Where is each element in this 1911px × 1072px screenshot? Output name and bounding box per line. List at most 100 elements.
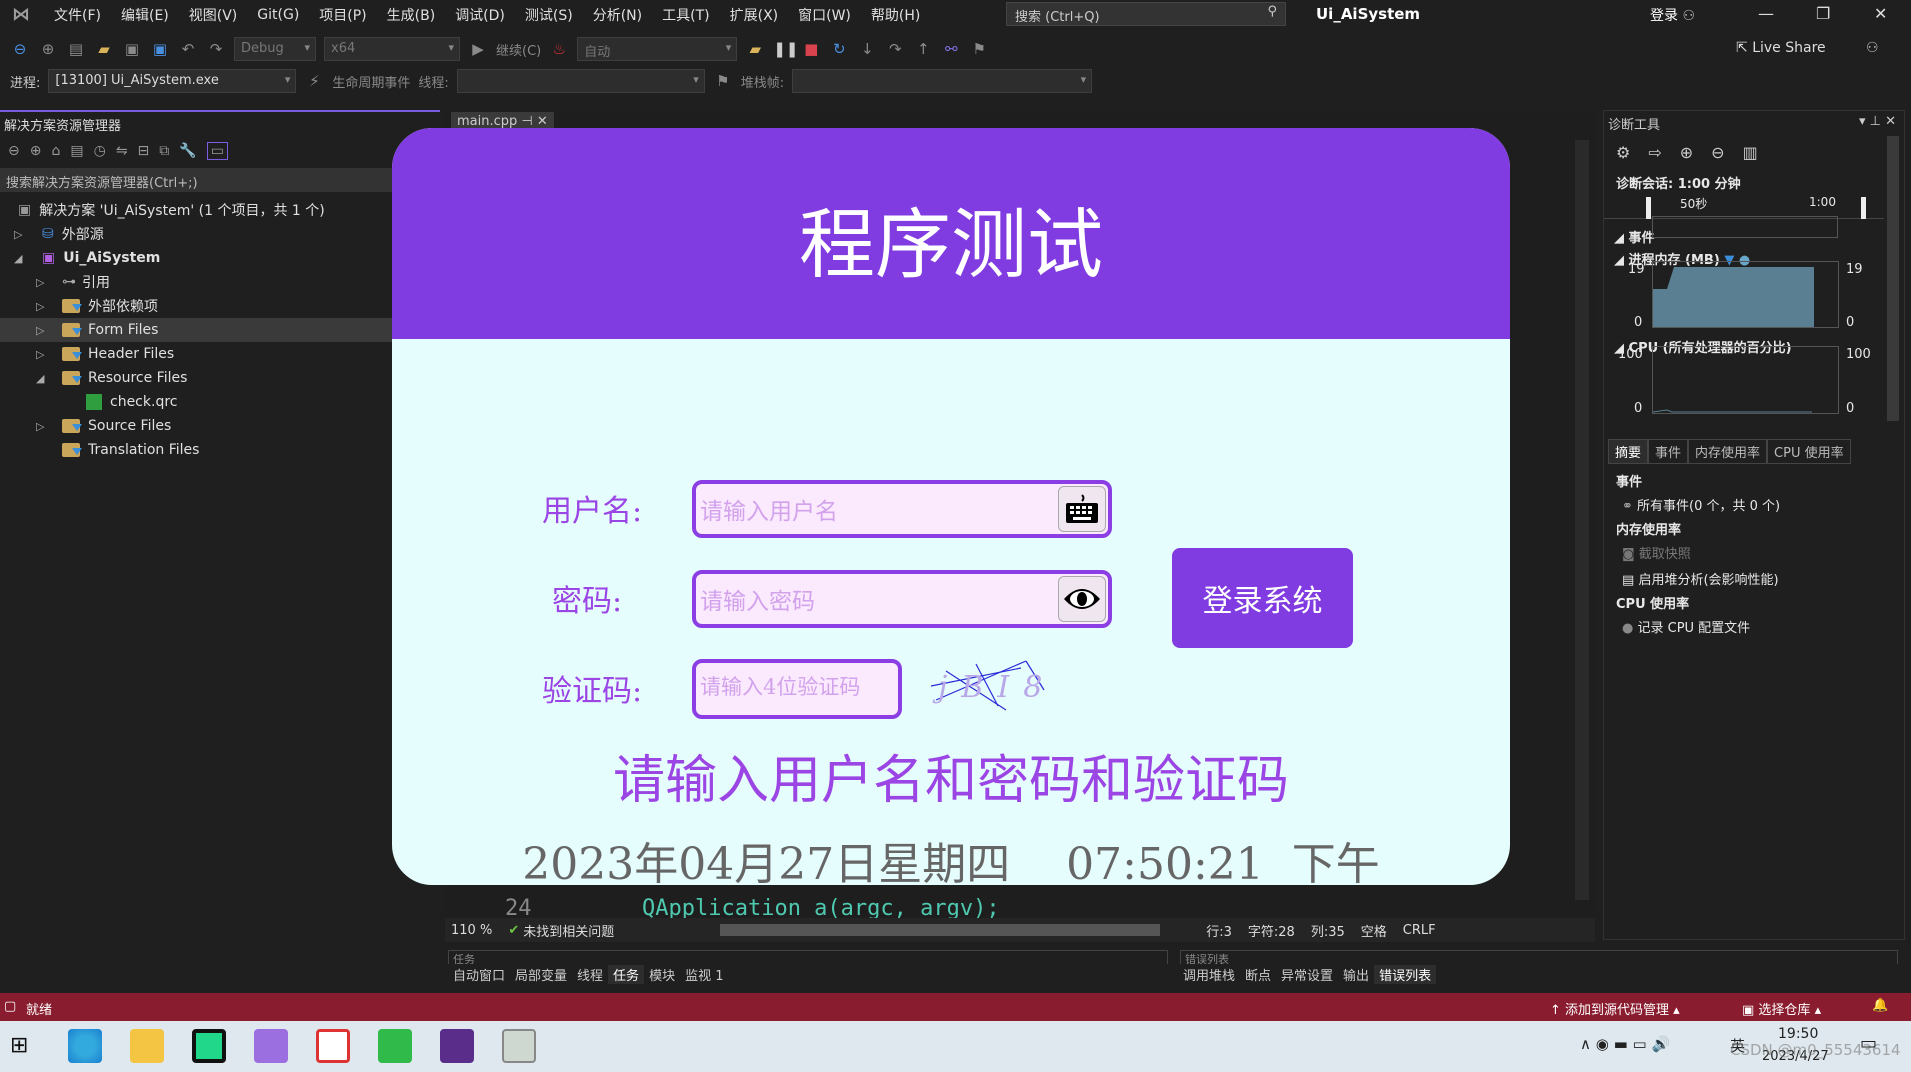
restart-icon[interactable]: ↻ (829, 40, 849, 58)
expand-icon[interactable]: ▷ (36, 348, 50, 361)
thread-dropdown[interactable] (456, 69, 705, 93)
configuration-dropdown[interactable]: Debug (234, 37, 316, 61)
save-all-icon[interactable]: ▣ (150, 40, 170, 58)
live-share-button[interactable]: ⇱ Live Share (1736, 40, 1826, 56)
horizontal-scrollbar[interactable] (720, 924, 1161, 936)
export-icon[interactable]: ⇨ (1648, 143, 1661, 162)
undo-icon[interactable]: ↶ (178, 40, 198, 58)
login-button[interactable]: 登录系统 (1172, 548, 1353, 648)
keyboard-icon[interactable] (1058, 486, 1106, 532)
expand-icon[interactable]: ▷ (36, 300, 50, 313)
all-events-link[interactable]: ⚭ 所有事件(0 个，共 0 个) (1622, 495, 1780, 514)
expand-icon[interactable]: ▷ (14, 228, 28, 241)
tab-modules[interactable]: 模块 (644, 965, 680, 984)
tree-source-files[interactable]: ▷ Source Files (0, 414, 440, 438)
events-section[interactable]: ◢ 事件 (1614, 227, 1655, 246)
tab-exception-settings[interactable]: 异常设置 (1276, 965, 1338, 984)
continue-button[interactable]: 继续(C) (496, 40, 541, 59)
collapse-icon[interactable]: ◢ (14, 252, 28, 265)
tree-references[interactable]: ▷ ⊶ 引用 (0, 270, 440, 294)
editor-scrollbar[interactable] (1575, 140, 1589, 900)
close-button[interactable]: ✕ (1874, 4, 1887, 23)
dataspell-icon[interactable] (378, 1029, 412, 1063)
minimize-button[interactable]: — (1758, 4, 1774, 23)
memory-chart[interactable] (1652, 261, 1839, 328)
edge-icon[interactable] (68, 1029, 102, 1063)
tree-external-sources[interactable]: ▷ ⛁ 外部源 (0, 222, 440, 246)
expand-icon[interactable]: ▷ (36, 276, 50, 289)
open-folder-icon[interactable]: ▰ (94, 40, 114, 58)
home-icon[interactable]: ⌂ (51, 143, 60, 159)
preview-icon[interactable]: ▭ (206, 142, 228, 160)
captcha-image[interactable]: jBI8 (926, 656, 1060, 712)
menu-analyze[interactable]: 分析(N) (583, 5, 652, 25)
sync-icon[interactable]: ⇋ (116, 143, 128, 159)
step-into-icon[interactable]: ↓ (857, 40, 877, 58)
panel-controls[interactable]: ▾ ⊥ ✕ (1859, 114, 1896, 129)
hot-reload-icon[interactable]: ♨ (549, 40, 569, 58)
forward-icon[interactable]: ⊕ (38, 40, 58, 58)
stop-icon[interactable]: ■ (801, 40, 821, 58)
close-tab-icon[interactable]: ✕ (537, 114, 548, 129)
tab-locals[interactable]: 局部变量 (510, 965, 572, 984)
tab-threads[interactable]: 线程 (572, 965, 608, 984)
menu-view[interactable]: 视图(V) (179, 5, 248, 25)
zoom-in-icon[interactable]: ⊕ (1680, 143, 1693, 162)
tab-error-list[interactable]: 错误列表 (1374, 965, 1437, 984)
menu-file[interactable]: 文件(F) (44, 5, 111, 25)
save-icon[interactable]: ▣ (122, 40, 142, 58)
zoom-dropdown[interactable]: 110 % (451, 923, 492, 938)
app-window-icon[interactable] (502, 1029, 536, 1063)
feedback-icon[interactable]: ⚇ (1866, 40, 1879, 56)
captcha-input[interactable]: 请输入4位验证码 (692, 659, 902, 719)
pycharm-icon[interactable] (192, 1029, 226, 1063)
menu-project[interactable]: 项目(P) (309, 5, 376, 25)
menu-help[interactable]: 帮助(H) (861, 5, 930, 25)
visual-studio-icon[interactable] (254, 1029, 288, 1063)
take-snapshot-button[interactable]: ◙ 截取快照 (1622, 543, 1691, 562)
add-source-control-button[interactable]: ↑ 添加到源代码管理 ▴ (1550, 999, 1680, 1018)
windows-start-icon[interactable]: ⊞ (10, 1033, 28, 1058)
redo-icon[interactable]: ↷ (206, 40, 226, 58)
pause-icon[interactable]: ❚❚ (773, 40, 798, 58)
platform-dropdown[interactable]: x64 (324, 37, 460, 61)
flag-icon[interactable]: ⚑ (713, 72, 733, 90)
new-project-icon[interactable]: ▤ (66, 40, 86, 58)
tab-output[interactable]: 输出 (1338, 965, 1374, 984)
whitespace-indicator[interactable]: 空格 (1361, 921, 1387, 940)
file-explorer-icon[interactable] (130, 1029, 164, 1063)
tree-solution[interactable]: ▣ 解决方案 'Ui_AiSystem' (1 个项目，共 1 个) (0, 198, 440, 222)
auto-dropdown[interactable]: 自动 (577, 37, 738, 61)
tab-breakpoints[interactable]: 断点 (1240, 965, 1276, 984)
tree-external-deps[interactable]: ▷ 外部依赖项 (0, 294, 440, 318)
bookmark-icon[interactable]: ⚑ (969, 40, 989, 58)
process-dropdown[interactable]: [13100] Ui_AiSystem.exe (48, 69, 297, 93)
tab-memory-usage[interactable]: 内存使用率 (1688, 439, 1768, 464)
expand-icon[interactable]: ▷ (36, 420, 50, 433)
tree-check-qrc[interactable]: check.qrc (0, 390, 440, 414)
tab-summary[interactable]: 摘要 (1608, 439, 1649, 464)
properties-icon[interactable]: 🔧 (179, 143, 196, 159)
pin-icon[interactable]: ⊣ (521, 114, 532, 129)
tray-icons[interactable]: ∧ ◉ ▬ ▭ 🔊 (1580, 1035, 1670, 1053)
diagnostics-icon[interactable]: ⚯ (941, 40, 961, 58)
record-cpu-button[interactable]: ● 记录 CPU 配置文件 (1622, 617, 1750, 636)
username-input[interactable]: 请输入用户名 (692, 480, 1112, 538)
tab-call-stack[interactable]: 调用堆栈 (1178, 965, 1240, 984)
tab-tasks[interactable]: 任务 (608, 965, 645, 984)
stack-frame-dropdown[interactable] (792, 69, 1093, 93)
forward-icon[interactable]: ⊕ (30, 143, 42, 159)
menu-git[interactable]: Git(G) (247, 7, 309, 23)
sign-in-button[interactable]: 登录 ⚇ (1650, 5, 1695, 25)
solution-search-input[interactable]: 搜索解决方案资源管理器(Ctrl+;) (0, 168, 440, 192)
heap-profiling-button[interactable]: ▤ 启用堆分析(会影响性能) (1622, 569, 1779, 588)
settings-icon[interactable]: ⚙ (1616, 143, 1630, 162)
tab-cpu-usage[interactable]: CPU 使用率 (1767, 439, 1851, 464)
menu-debug[interactable]: 调试(D) (445, 5, 515, 25)
tab-events[interactable]: 事件 (1648, 439, 1689, 464)
expand-icon[interactable]: ▷ (36, 324, 50, 337)
back-icon[interactable]: ⊖ (8, 143, 20, 159)
cpu-chart[interactable] (1652, 346, 1839, 414)
search-input[interactable]: 搜索 (Ctrl+Q) ⚲ (1006, 2, 1286, 26)
snipping-tool-icon[interactable] (316, 1029, 350, 1063)
